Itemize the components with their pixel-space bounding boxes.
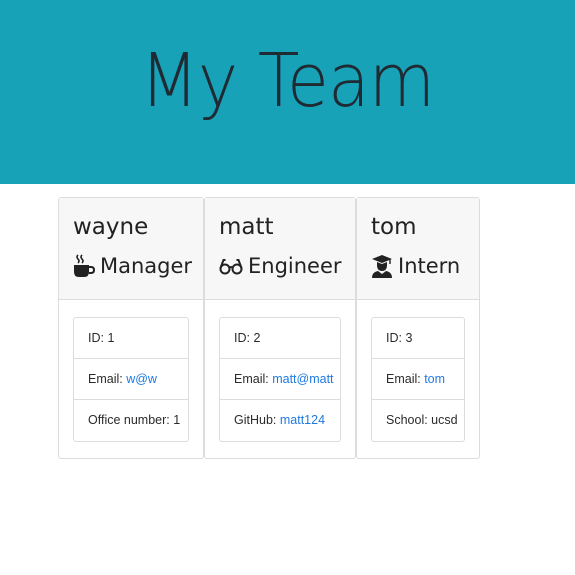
graduate-icon	[371, 254, 393, 278]
email-link[interactable]: matt@matt	[272, 372, 333, 386]
email-link[interactable]: tom	[424, 372, 445, 386]
email-label: Email:	[386, 372, 425, 386]
team-member-card-intern: tom Intern ID: 3 Email: tom School: ucsd	[356, 197, 480, 459]
member-role-label: Manager	[100, 254, 193, 278]
member-email: Email: tom	[372, 359, 464, 400]
coffee-icon	[73, 254, 95, 278]
email-label: Email:	[234, 372, 273, 386]
team-member-card-manager: wayne Manager ID: 1 Email: w@w Office nu…	[58, 197, 204, 459]
member-role: Engineer	[219, 252, 355, 280]
member-role: Intern	[371, 252, 479, 280]
github-link[interactable]: matt124	[280, 413, 325, 427]
member-email: Email: matt@matt	[220, 359, 340, 400]
member-name: tom	[371, 214, 417, 240]
github-label: GitHub:	[234, 413, 280, 427]
page-title: My Team	[140, 38, 435, 124]
member-id: ID: 3	[372, 318, 464, 359]
card-header: matt Engineer	[205, 198, 355, 300]
glasses-icon	[219, 254, 243, 278]
email-link[interactable]: w@w	[126, 372, 157, 386]
member-role-label: Intern	[398, 254, 461, 278]
member-name: wayne	[73, 214, 149, 240]
email-label: Email:	[88, 372, 127, 386]
member-id: ID: 1	[74, 318, 188, 359]
card-body: ID: 2 Email: matt@matt GitHub: matt124	[205, 300, 355, 442]
member-name: matt	[219, 214, 274, 240]
page-header: My Team	[0, 0, 575, 184]
card-body: ID: 1 Email: w@w Office number: 1	[59, 300, 203, 442]
member-role: Manager	[73, 252, 203, 280]
team-member-card-engineer: matt Engineer ID: 2 Email: matt@matt Git…	[204, 197, 356, 459]
member-details-list: ID: 2 Email: matt@matt GitHub: matt124	[219, 317, 341, 442]
card-header: tom Intern	[357, 198, 479, 300]
member-details-list: ID: 3 Email: tom School: ucsd	[371, 317, 465, 442]
member-details-list: ID: 1 Email: w@w Office number: 1	[73, 317, 189, 442]
member-school: School: ucsd	[386, 413, 458, 427]
member-office-number: Office number: 1	[88, 413, 181, 427]
member-role-label: Engineer	[248, 254, 342, 278]
member-github: GitHub: matt124	[220, 400, 340, 441]
member-id: ID: 2	[220, 318, 340, 359]
member-email: Email: w@w	[74, 359, 188, 400]
card-body: ID: 3 Email: tom School: ucsd	[357, 300, 479, 442]
card-header: wayne Manager	[59, 198, 203, 300]
